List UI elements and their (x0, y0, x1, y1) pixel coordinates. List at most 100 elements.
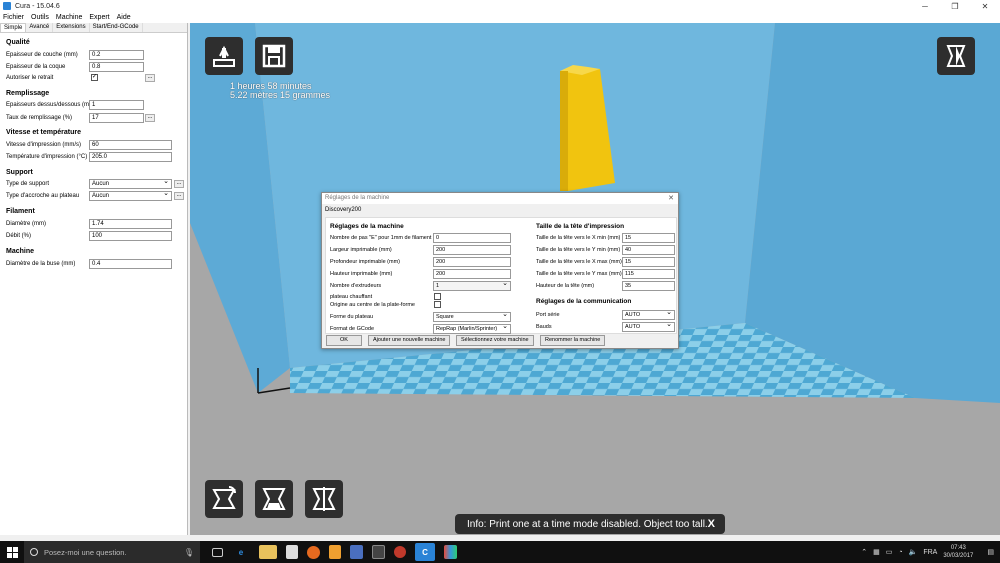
tab-extensions[interactable]: Extensions (53, 23, 90, 32)
head-x-min-input[interactable]: 15 (622, 233, 675, 243)
maximize-button[interactable]: ❐ (940, 0, 970, 12)
top-bottom-label: Epaisseurs dessus/dessous (mm) (6, 102, 97, 108)
tab-machine-discovery200[interactable]: Discovery200 (325, 207, 361, 213)
extruders-select[interactable]: 1 (433, 280, 511, 291)
mirror-icon (312, 487, 336, 511)
adhesion-options-button[interactable]: ... (174, 192, 184, 200)
menu-help[interactable]: Aide (117, 14, 131, 21)
tab-advanced[interactable]: Avancé (26, 23, 54, 32)
network-tool-icon[interactable] (350, 545, 363, 559)
dialog-close-button[interactable]: ✕ (668, 193, 674, 204)
media-player-icon[interactable] (329, 545, 341, 559)
mirror-button[interactable] (305, 480, 343, 518)
windows-taskbar: Posez-moi une question. 🎙 e C ⌃ ▦ ▭ ◔ 🔈 … (0, 541, 1000, 563)
center-origin-checkbox[interactable] (434, 301, 441, 308)
add-machine-button[interactable]: Ajouter une nouvelle machine (368, 335, 451, 346)
head-x-min-label: Taille de la tête vers le X min (mm) (536, 235, 621, 241)
top-bottom-input[interactable]: 1 (89, 100, 144, 110)
close-button[interactable]: ✕ (970, 0, 1000, 12)
print-temp-input[interactable]: 205.0 (89, 152, 172, 162)
gcode-flavor-select[interactable]: RepRap (Marlin/Sprinter) (433, 323, 511, 334)
serial-port-select[interactable]: AUTO (622, 309, 675, 320)
depth-input[interactable]: 200 (433, 257, 511, 267)
store-icon[interactable] (286, 545, 298, 559)
adhesion-type-select[interactable]: Aucun (89, 190, 172, 201)
heated-bed-checkbox[interactable] (434, 293, 441, 300)
nozzle-size-input[interactable]: 0.4 (89, 259, 172, 269)
retraction-checkbox[interactable]: ✓ (91, 74, 98, 81)
settings-panel: Simple Avancé Extensions Start/End-GCode… (0, 23, 188, 535)
height-input[interactable]: 200 (433, 269, 511, 279)
shell-thickness-input[interactable]: 0.8 (89, 62, 144, 72)
terminal-icon[interactable] (372, 545, 385, 559)
head-height-input[interactable]: 35 (622, 281, 675, 291)
chevron-up-icon[interactable]: ⌃ (861, 548, 867, 556)
print-speed-input[interactable]: 60 (89, 140, 172, 150)
head-x-max-label: Taille de la tête vers le X max (mm) (536, 259, 622, 265)
wifi-icon[interactable]: ◔ (898, 549, 902, 556)
menu-tools[interactable]: Outils (31, 14, 49, 21)
scale-button[interactable] (255, 480, 293, 518)
machine-section-title: Réglages de la machine (330, 223, 404, 230)
tab-gcode[interactable]: Start/End-GCode (90, 23, 143, 32)
width-input[interactable]: 200 (433, 245, 511, 255)
fill-density-input[interactable]: 17 (89, 113, 144, 123)
shell-thickness-label: Epaisseur de la coque (6, 64, 66, 70)
notifications-icon[interactable]: ▤ (987, 548, 994, 556)
steps-label: Nombre de pas "E" pour 1mm de filament (330, 235, 432, 241)
bed-shape-select[interactable]: Square (433, 311, 511, 322)
volume-icon[interactable]: 🔈 (909, 548, 918, 556)
head-y-max-input[interactable]: 115 (622, 269, 675, 279)
load-model-button[interactable] (205, 37, 243, 75)
serial-port-label: Port série (536, 312, 560, 318)
head-y-min-input[interactable]: 40 (622, 245, 675, 255)
file-explorer-icon[interactable] (259, 545, 277, 559)
taskbar-search[interactable]: Posez-moi une question. 🎙 (24, 541, 200, 563)
support-type-select[interactable]: Aucun (89, 178, 172, 189)
support-options-button[interactable]: ... (174, 180, 184, 188)
head-x-max-input[interactable]: 15 (622, 257, 675, 267)
cura-taskbar-icon[interactable]: C (415, 543, 435, 561)
firefox-icon[interactable] (307, 545, 320, 559)
select-machine-button[interactable]: Sélectionnez votre machine (456, 335, 534, 346)
colorful-app-icon[interactable] (444, 545, 457, 559)
view-mode-button[interactable] (937, 37, 975, 75)
task-view-icon[interactable] (212, 547, 223, 557)
flow-label: Débit (%) (6, 233, 32, 239)
section-filament: Filament (6, 208, 35, 215)
fill-options-button[interactable]: ... (145, 114, 155, 122)
retraction-options-button[interactable]: ... (145, 74, 155, 82)
diameter-input[interactable]: 1.74 (89, 219, 172, 229)
head-y-min-label: Taille de la tête vers le Y min (mm) (536, 247, 621, 253)
steps-input[interactable]: 0 (433, 233, 511, 243)
save-gcode-button[interactable] (255, 37, 293, 75)
height-label: Hauteur imprimable (mm) (330, 271, 393, 277)
clock-time: 07:43 (950, 545, 966, 551)
language-indicator[interactable]: FRA (923, 549, 937, 556)
dialog-title: Réglages de la machine (325, 195, 390, 201)
red-app-icon[interactable] (394, 546, 406, 558)
width-label: Largeur imprimable (mm) (330, 247, 392, 253)
menu-expert[interactable]: Expert (89, 14, 109, 21)
baud-rate-select[interactable]: AUTO (622, 321, 675, 332)
start-button[interactable] (0, 541, 24, 563)
info-close-button[interactable]: X (708, 518, 715, 530)
edge-browser-icon[interactable]: e (232, 545, 250, 559)
title-bar: Cura - 15.04.6 ─ ❐ ✕ (0, 0, 1000, 12)
head-size-section-title: Taille de la tête d'impression (536, 223, 625, 230)
clock[interactable]: 07:43 30/03/2017 (943, 544, 973, 560)
cura-app-icon (3, 2, 11, 10)
microphone-icon[interactable]: 🎙 (184, 548, 194, 557)
network-icon[interactable]: ▦ (873, 548, 880, 556)
minimize-button[interactable]: ─ (910, 0, 940, 12)
rename-machine-button[interactable]: Renommer la machine (540, 335, 606, 346)
battery-icon[interactable]: ▭ (886, 548, 893, 556)
menu-machine[interactable]: Machine (56, 14, 82, 21)
section-speed: Vitesse et température (6, 129, 81, 136)
layer-height-input[interactable]: 0.2 (89, 50, 144, 60)
ok-button[interactable]: OK (326, 335, 362, 346)
rotate-button[interactable] (205, 480, 243, 518)
menu-file[interactable]: Fichier (3, 14, 24, 21)
tab-simple[interactable]: Simple (0, 23, 27, 32)
flow-input[interactable]: 100 (89, 231, 172, 241)
